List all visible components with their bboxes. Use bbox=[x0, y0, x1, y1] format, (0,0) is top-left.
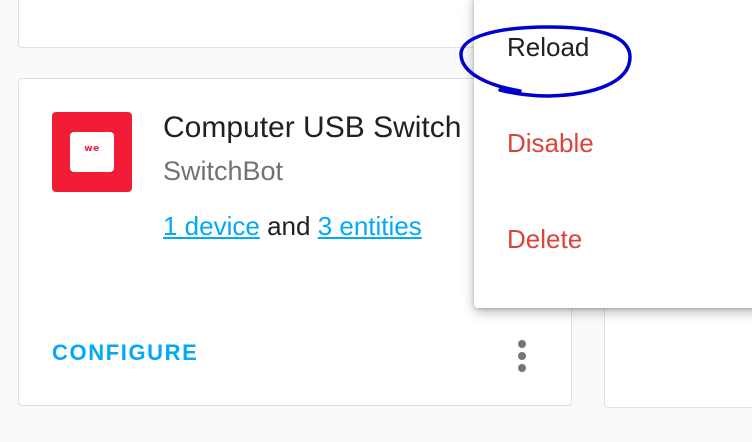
logo-text: we bbox=[84, 144, 100, 154]
logo-badge: we bbox=[70, 132, 114, 172]
menu-item-delete[interactable]: Delete bbox=[507, 224, 582, 255]
configure-button[interactable]: CONFIGURE bbox=[52, 340, 198, 366]
devices-link[interactable]: 1 device bbox=[163, 211, 260, 241]
integration-title: Computer USB Switch bbox=[163, 111, 462, 144]
links-connector: and bbox=[267, 211, 311, 241]
integration-card-right bbox=[604, 300, 752, 408]
more-vertical-icon[interactable] bbox=[505, 334, 539, 378]
integration-links: 1 device and 3 entities bbox=[163, 211, 422, 242]
switchbot-logo: we bbox=[52, 112, 132, 192]
overflow-menu: Reload Disable Delete bbox=[474, 0, 752, 308]
menu-item-reload[interactable]: Reload bbox=[507, 32, 589, 63]
integration-manufacturer: SwitchBot bbox=[163, 156, 284, 186]
entities-link[interactable]: 3 entities bbox=[318, 211, 422, 241]
menu-item-disable[interactable]: Disable bbox=[507, 128, 594, 159]
